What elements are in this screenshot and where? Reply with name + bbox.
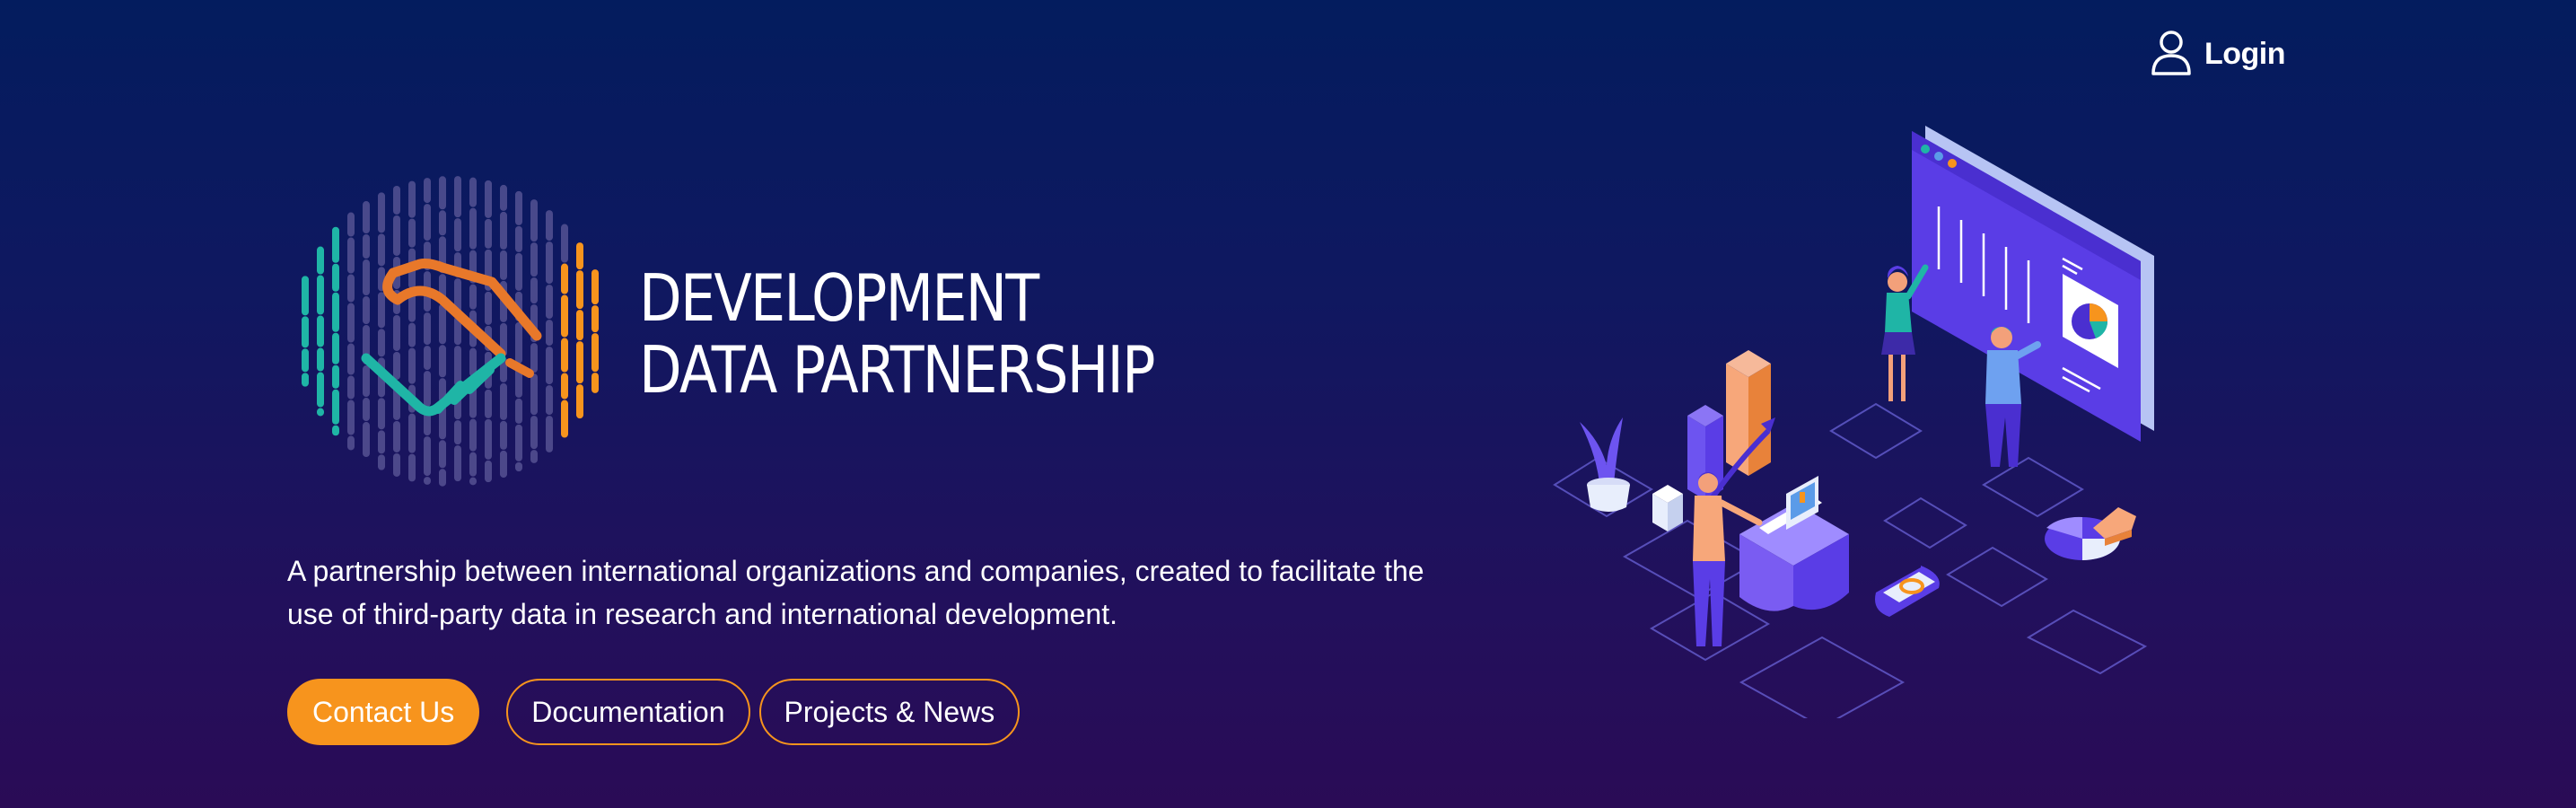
- hero-tagline: A partnership between international orga…: [287, 555, 1424, 630]
- user-icon: [2151, 29, 2192, 80]
- data-team-illustration: [1544, 108, 2172, 729]
- projects-news-button[interactable]: Projects & News: [758, 679, 1021, 745]
- logo-title: DEVELOPMENT DATA PARTNERSHIP: [639, 260, 1155, 408]
- login-label: Login: [2204, 36, 2286, 71]
- contact-us-button[interactable]: Contact Us: [287, 679, 480, 745]
- documentation-button[interactable]: Documentation: [506, 679, 750, 745]
- handshake-icon: [294, 165, 609, 497]
- login-link[interactable]: Login: [2151, 29, 2286, 80]
- hero-buttons: Contact Us Documentation Projects & News: [287, 679, 1021, 745]
- logo-title-line2: DATA PARTNERSHIP: [639, 332, 1155, 408]
- logo-title-line1: DEVELOPMENT: [639, 260, 1039, 336]
